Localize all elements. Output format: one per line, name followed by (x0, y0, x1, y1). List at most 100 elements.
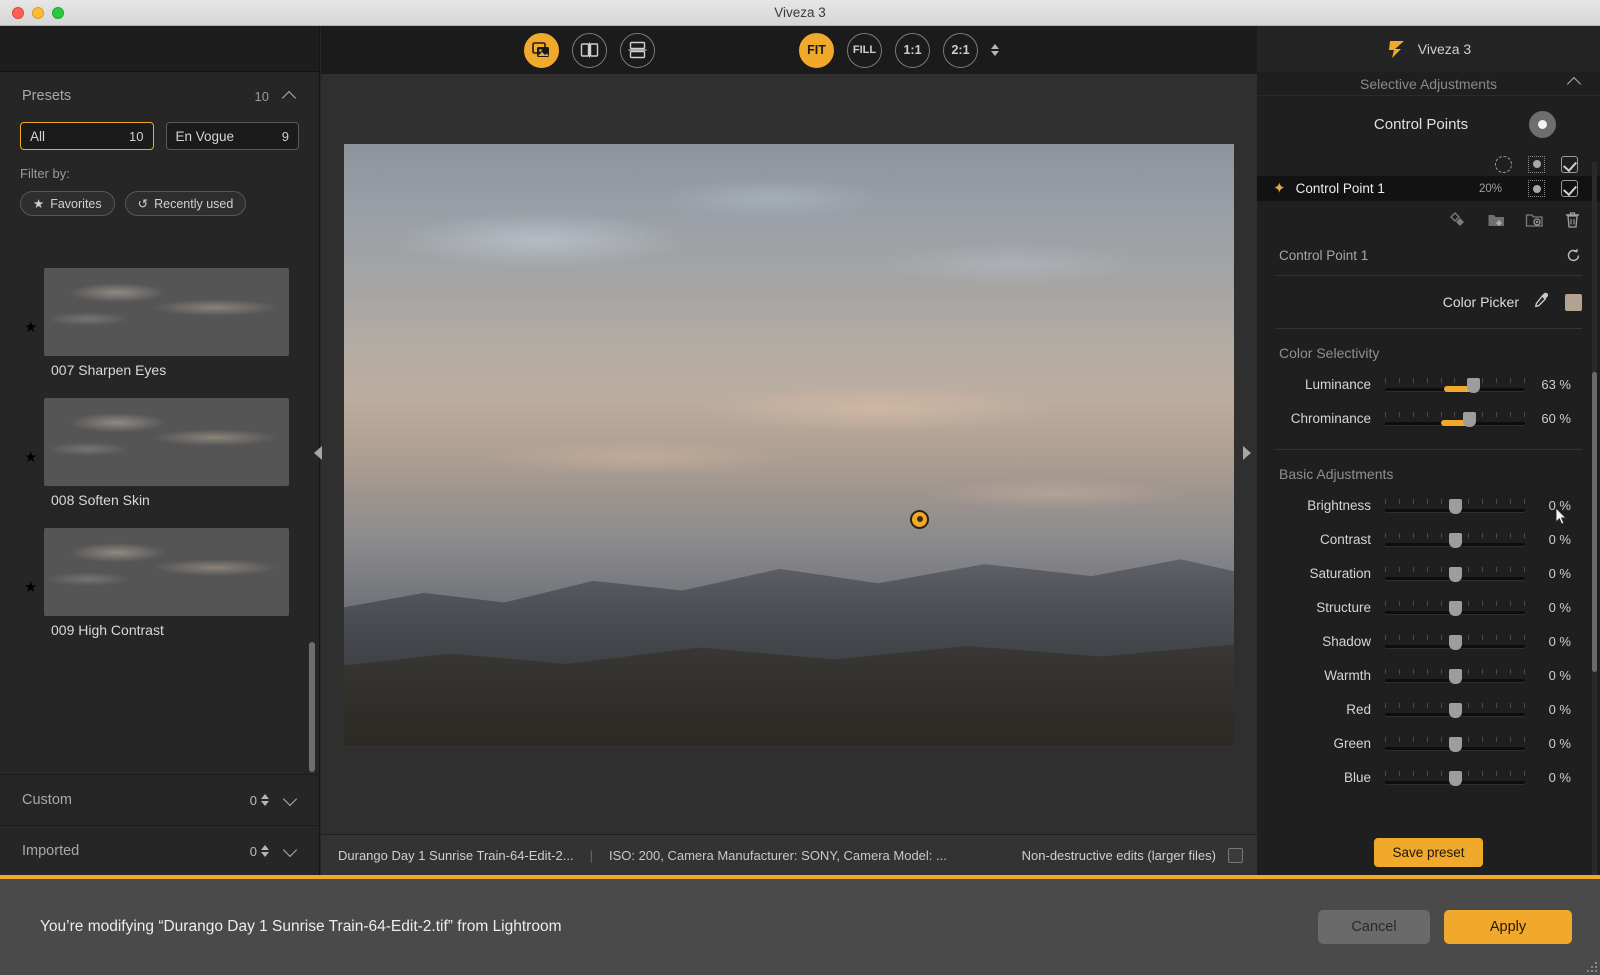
mouse-cursor (1556, 508, 1568, 526)
custom-presets-section[interactable]: Custom 0 (0, 774, 320, 825)
single-image-view-button[interactable] (524, 33, 559, 68)
new-group-icon[interactable] (1487, 211, 1506, 229)
preset-thumbnail[interactable] (44, 268, 289, 356)
right-panel-body: Control Points ✦ Control Point 1 20% (1257, 96, 1600, 866)
preset-item[interactable]: ★ 007 Sharpen Eyes (0, 262, 320, 392)
add-control-point-icon[interactable] (1529, 111, 1556, 138)
cancel-button[interactable]: Cancel (1318, 910, 1430, 944)
filter-favorites-button[interactable]: ★ Favorites (20, 191, 115, 216)
stacked-view-button[interactable] (620, 33, 655, 68)
imported-presets-label: Imported (22, 843, 250, 859)
filter-recently-used-button[interactable]: ↺ Recently used (125, 191, 247, 216)
chrominance-label: Chrominance (1257, 411, 1385, 426)
chevron-up-icon[interactable] (1568, 75, 1582, 89)
chevron-up-icon[interactable] (283, 89, 297, 103)
filter-recently-used-label: Recently used (154, 197, 233, 211)
presets-section-header[interactable]: Presets 10 (0, 72, 319, 120)
favorite-star-icon[interactable]: ★ (24, 318, 37, 336)
stepper-icon[interactable] (261, 793, 270, 807)
group-icon[interactable] (1525, 211, 1544, 229)
green-label: Green (1257, 736, 1385, 751)
imported-presets-section[interactable]: Imported 0 (0, 825, 320, 876)
status-filename: Durango Day 1 Sunrise Train-64-Edit-2... (338, 848, 574, 863)
preset-thumbnail[interactable] (44, 528, 289, 616)
luminance-label: Luminance (1257, 377, 1385, 392)
zoom-2-1-button[interactable]: 2:1 (943, 33, 978, 68)
selected-control-point-row: Control Point 1 (1257, 235, 1600, 275)
save-preset-button[interactable]: Save preset (1374, 838, 1482, 867)
window-titlebar: Viveza 3 (0, 0, 1600, 26)
preset-item[interactable]: ★ 009 High Contrast (0, 522, 320, 652)
control-point-list-item[interactable]: ✦ Control Point 1 20% (1257, 176, 1600, 201)
brightness-label: Brightness (1257, 498, 1385, 513)
collapse-left-panel-icon[interactable] (314, 446, 322, 460)
filter-by-label: Filter by: (0, 150, 319, 181)
green-slider[interactable] (1385, 732, 1525, 754)
chevron-down-icon[interactable] (284, 793, 298, 807)
image-canvas[interactable] (321, 74, 1257, 834)
edited-photo[interactable] (344, 144, 1234, 747)
red-slider[interactable] (1385, 698, 1525, 720)
selection-preview-icon[interactable] (1495, 156, 1512, 173)
eyedropper-icon[interactable] (1533, 291, 1551, 314)
right-panel-scrollbar[interactable] (1592, 162, 1597, 932)
preset-category-buttons: All 10 En Vogue 9 (0, 122, 319, 150)
control-point-opacity: 20% (1479, 183, 1502, 195)
contrast-value: 0 % (1525, 532, 1571, 547)
resize-grip-icon[interactable] (1585, 960, 1597, 972)
structure-slider[interactable] (1385, 596, 1525, 618)
preset-list-scrollbar-thumb[interactable] (309, 642, 315, 772)
green-value: 0 % (1525, 736, 1571, 751)
toggle-all-visibility-icon[interactable] (1561, 156, 1578, 173)
shadow-label: Shadow (1257, 634, 1385, 649)
stepper-icon[interactable] (261, 844, 270, 858)
category-en-vogue-button[interactable]: En Vogue 9 (166, 122, 300, 150)
mask-preview-icon[interactable] (1528, 156, 1545, 173)
reset-icon[interactable] (1565, 247, 1582, 264)
category-all-button[interactable]: All 10 (20, 122, 154, 150)
split-view-button[interactable] (572, 33, 607, 68)
warmth-slider[interactable] (1385, 664, 1525, 686)
color-picker-row: Color Picker (1257, 276, 1600, 328)
preset-thumbnail[interactable] (44, 398, 289, 486)
blue-slider[interactable] (1385, 766, 1525, 788)
zoom-fill-button[interactable]: FILL (847, 33, 882, 68)
shadow-slider[interactable] (1385, 630, 1525, 652)
favorite-star-icon[interactable]: ★ (24, 578, 37, 596)
preset-label: 009 High Contrast (44, 616, 298, 648)
control-point-icon: ✦ (1273, 181, 1286, 196)
preset-list-scrollbar[interactable] (309, 642, 315, 774)
chevron-down-icon[interactable] (284, 844, 298, 858)
collapse-right-panel-icon[interactable] (1243, 446, 1251, 460)
zoom-1-1-button[interactable]: 1:1 (895, 33, 930, 68)
selective-adjustments-header[interactable]: Selective Adjustments (1257, 72, 1600, 96)
color-swatch[interactable] (1565, 294, 1582, 311)
nondestructive-edits-option[interactable]: Non-destructive edits (larger files) (1022, 848, 1243, 863)
contrast-slider[interactable] (1385, 528, 1525, 550)
warmth-label: Warmth (1257, 668, 1385, 683)
category-all-label: All (30, 129, 45, 144)
control-point-marker[interactable] (910, 510, 929, 529)
saturation-slider[interactable] (1385, 562, 1525, 584)
duplicate-point-icon[interactable] (1449, 211, 1468, 229)
saturation-label: Saturation (1257, 566, 1385, 581)
control-point-name: Control Point 1 (1296, 181, 1385, 196)
saturation-value: 0 % (1525, 566, 1571, 581)
apply-button[interactable]: Apply (1444, 910, 1572, 944)
preset-item[interactable]: ★ 008 Soften Skin (0, 392, 320, 522)
delete-icon[interactable] (1563, 211, 1582, 229)
control-point-mask-icon[interactable] (1528, 180, 1545, 197)
nondestructive-edits-checkbox[interactable] (1228, 848, 1243, 863)
red-label: Red (1257, 702, 1385, 717)
status-separator: | (590, 848, 593, 863)
zoom-fit-button[interactable]: FIT (799, 33, 834, 68)
luminance-slider[interactable] (1385, 373, 1525, 395)
control-point-visibility-checkbox[interactable] (1561, 180, 1578, 197)
preset-list[interactable]: ★ 007 Sharpen Eyes ★ 008 Soften Skin ★ 0… (0, 262, 320, 774)
right-panel-scrollbar-thumb[interactable] (1592, 372, 1597, 672)
favorite-star-icon[interactable]: ★ (24, 448, 37, 466)
chrominance-slider[interactable] (1385, 407, 1525, 429)
window-title: Viveza 3 (0, 5, 1600, 20)
brightness-slider[interactable] (1385, 494, 1525, 516)
zoom-stepper-icon[interactable] (991, 43, 1000, 57)
